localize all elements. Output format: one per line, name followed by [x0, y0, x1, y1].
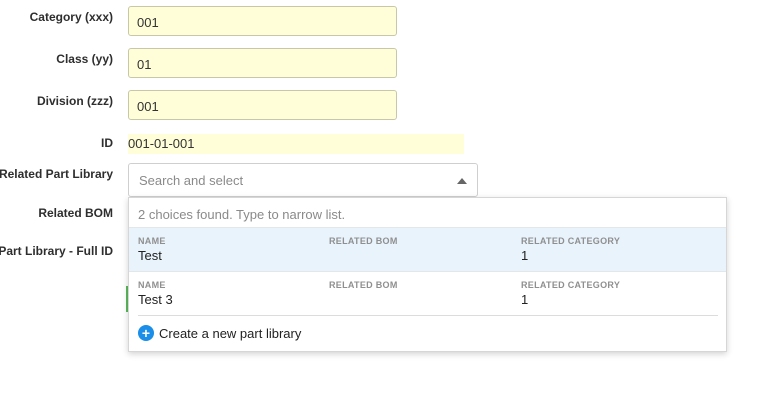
division-field[interactable]: 001	[128, 90, 397, 120]
option-name-cell: NAME Test	[138, 236, 166, 263]
option-name: Test	[138, 248, 162, 263]
option-bom-cell: RELATED BOM	[329, 236, 398, 248]
name-header: NAME	[138, 280, 166, 290]
class-label: Class (yy)	[56, 52, 113, 66]
option-category-cell: RELATED CATEGORY 1	[521, 280, 620, 307]
plus-circle-icon: +	[138, 325, 154, 341]
bom-header: RELATED BOM	[329, 236, 398, 246]
category-header: RELATED CATEGORY	[521, 236, 621, 246]
option-name-cell: NAME Test 3	[138, 280, 173, 307]
part-library-full-id-label: Part Library - Full ID	[0, 244, 113, 258]
create-label: Create a new part library	[159, 325, 302, 341]
related-part-library-select[interactable]: Search and select	[128, 163, 478, 197]
dropdown-option[interactable]: NAME Test 3 RELATED BOM RELATED CATEGORY…	[129, 271, 726, 315]
division-label: Division (zzz)	[36, 94, 113, 108]
option-bom-cell: RELATED BOM	[329, 280, 398, 292]
id-label: ID	[101, 136, 113, 150]
dropdown-divider	[138, 315, 718, 316]
related-bom-label: Related BOM	[38, 206, 113, 220]
dropdown-option[interactable]: NAME Test RELATED BOM RELATED CATEGORY 1	[129, 227, 726, 271]
option-category-cell: RELATED CATEGORY 1	[521, 236, 620, 263]
caret-up-icon[interactable]	[457, 178, 467, 184]
category-header: RELATED CATEGORY	[521, 280, 621, 290]
part-library-dropdown: 2 choices found. Type to narrow list. NA…	[128, 197, 727, 352]
class-field[interactable]: 01	[128, 48, 397, 78]
option-name: Test 3	[138, 292, 173, 307]
bom-header: RELATED BOM	[329, 280, 398, 290]
id-value: 001-01-001	[128, 134, 464, 154]
category-label: Category (xxx)	[29, 10, 113, 24]
dropdown-hint: 2 choices found. Type to narrow list.	[138, 207, 346, 222]
option-category: 1	[521, 248, 529, 263]
name-header: NAME	[138, 236, 166, 246]
option-category: 1	[521, 292, 529, 307]
related-part-library-label: Related Part Library	[0, 167, 113, 181]
create-part-library-link[interactable]: + Create a new part library	[138, 325, 301, 341]
category-field[interactable]: 001	[128, 6, 397, 36]
select-placeholder: Search and select	[139, 173, 244, 188]
